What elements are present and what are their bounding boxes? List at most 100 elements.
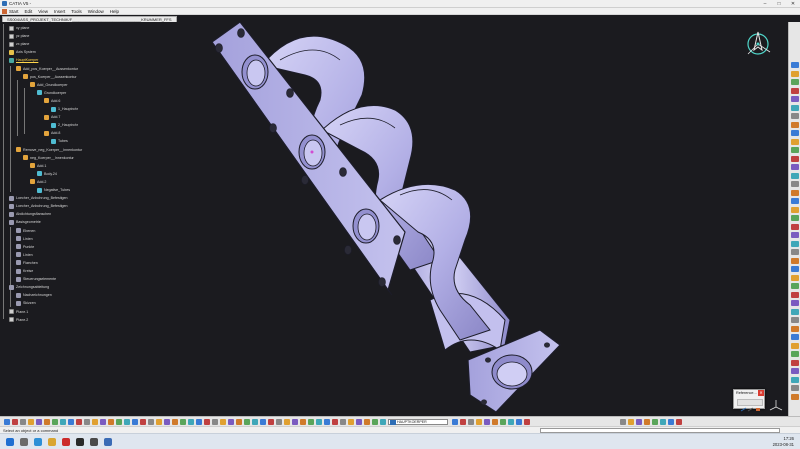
bottom-toolbar-tool-icon[interactable]: [180, 419, 186, 425]
menu-view[interactable]: View: [38, 9, 48, 14]
bottom-toolbar-tool-icon[interactable]: [452, 419, 458, 425]
bottom-toolbar-tool-icon[interactable]: [100, 419, 106, 425]
bottom-toolbar-tool-icon[interactable]: [276, 419, 282, 425]
tree-node[interactable]: Add.8: [44, 130, 60, 136]
tree-node[interactable]: Steuerungselemente: [16, 276, 56, 282]
terminal-icon[interactable]: [76, 438, 84, 446]
tree-node[interactable]: Add.2: [30, 179, 46, 185]
tree-node[interactable]: Kreise: [16, 268, 33, 274]
tree-node[interactable]: zx plane: [9, 41, 29, 47]
tree-node[interactable]: Negative_Tubes: [37, 187, 70, 193]
right-toolbar-tool-icon[interactable]: [791, 334, 799, 340]
right-toolbar-tool-icon[interactable]: [791, 147, 799, 153]
right-toolbar-tool-icon[interactable]: [791, 87, 799, 94]
right-toolbar-tool-icon[interactable]: [791, 359, 799, 366]
bottom-toolbar-tool-icon[interactable]: [12, 419, 18, 425]
maximize-button[interactable]: □: [772, 0, 786, 8]
right-toolbar-tool-icon[interactable]: [791, 385, 799, 391]
tree-node[interactable]: Ebenen: [16, 228, 35, 234]
bottom-toolbar-tool-icon[interactable]: [636, 419, 642, 425]
tree-node[interactable]: Loecher_Anbohrung_Befestigen: [9, 203, 68, 209]
right-toolbar-tool-icon[interactable]: [791, 308, 799, 315]
right-toolbar-tool-icon[interactable]: [791, 138, 799, 145]
tree-node[interactable]: neg_Koerper__Innenkontur: [23, 155, 74, 161]
tree-node[interactable]: Tubes: [51, 138, 68, 144]
bottom-toolbar-tool-icon[interactable]: [348, 419, 354, 425]
bottom-toolbar-tool-icon[interactable]: [52, 419, 58, 425]
tree-node[interactable]: Add.1: [30, 163, 46, 169]
bottom-toolbar-tool-icon[interactable]: [164, 419, 170, 425]
bottom-toolbar-tool-icon[interactable]: [476, 419, 482, 425]
acrobat-icon[interactable]: [62, 438, 70, 446]
tree-node[interactable]: 1_Hauptrohr: [51, 106, 78, 112]
bottom-toolbar-tool-icon[interactable]: [188, 419, 194, 425]
right-toolbar-tool-icon[interactable]: [791, 393, 799, 400]
bottom-toolbar-tool-icon[interactable]: [460, 419, 466, 425]
right-toolbar-tool-icon[interactable]: [791, 376, 799, 383]
right-toolbar-tool-icon[interactable]: [791, 300, 799, 306]
bottom-toolbar-tool-icon[interactable]: [508, 419, 514, 425]
tree-node[interactable]: yz plane: [9, 33, 29, 39]
right-toolbar-tool-icon[interactable]: [791, 215, 799, 221]
minimize-button[interactable]: –: [758, 0, 772, 8]
tree-node[interactable]: 2_Hauptrohr: [51, 122, 78, 128]
bottom-toolbar-tool-icon[interactable]: [196, 419, 202, 425]
right-toolbar-tool-icon[interactable]: [791, 325, 799, 332]
right-toolbar-tool-icon[interactable]: [791, 198, 799, 204]
tree-node[interactable]: Axis System: [9, 49, 36, 55]
bottom-toolbar-tool-icon[interactable]: [332, 419, 338, 425]
right-toolbar-tool-icon[interactable]: [791, 130, 799, 136]
right-toolbar-tool-icon[interactable]: [791, 351, 799, 357]
start-icon[interactable]: [6, 438, 14, 446]
bottom-toolbar-tool-icon[interactable]: [340, 419, 346, 425]
bottom-toolbar-tool-icon[interactable]: [68, 419, 74, 425]
right-toolbar-tool-icon[interactable]: [791, 232, 799, 238]
right-toolbar-tool-icon[interactable]: [791, 181, 799, 187]
bottom-toolbar-tool-icon[interactable]: [324, 419, 330, 425]
right-toolbar-tool-icon[interactable]: [791, 79, 799, 85]
bottom-toolbar-tool-icon[interactable]: [676, 419, 682, 425]
bottom-toolbar-tool-icon[interactable]: [468, 419, 474, 425]
bottom-toolbar-tool-icon[interactable]: [620, 419, 626, 425]
right-toolbar-tool-icon[interactable]: [791, 317, 799, 323]
bottom-toolbar-tool-icon[interactable]: [628, 419, 634, 425]
right-toolbar-tool-icon[interactable]: [791, 70, 799, 77]
bottom-toolbar-tool-icon[interactable]: [372, 419, 378, 425]
right-toolbar-tool-icon[interactable]: [791, 155, 799, 162]
bottom-toolbar-tool-icon[interactable]: [300, 419, 306, 425]
tree-node[interactable]: Flaechen: [16, 260, 38, 266]
tree-node[interactable]: xy plane: [9, 25, 29, 31]
tree-node[interactable]: pos_Koerper__Aussenkontur: [23, 74, 77, 80]
bottom-toolbar-tool-icon[interactable]: [244, 419, 250, 425]
right-toolbar-tool-icon[interactable]: [791, 96, 799, 102]
right-toolbar-tool-icon[interactable]: [791, 257, 799, 264]
bottom-toolbar-tool-icon[interactable]: [92, 419, 98, 425]
right-toolbar-tool-icon[interactable]: [791, 113, 799, 119]
app-icon[interactable]: [90, 438, 98, 446]
system-clock[interactable]: 17:26 2023-08-31: [773, 436, 794, 448]
tree-node[interactable]: Skizzen: [16, 300, 36, 306]
right-toolbar-tool-icon[interactable]: [791, 62, 799, 68]
bottom-toolbar-tool-icon[interactable]: [84, 419, 90, 425]
bottom-toolbar-tool-icon[interactable]: [76, 419, 82, 425]
bottom-toolbar-tool-icon[interactable]: [220, 419, 226, 425]
bottom-toolbar-tool-icon[interactable]: [20, 419, 26, 425]
tree-node[interactable]: Add_Grundkoerper: [30, 82, 68, 88]
tree-node[interactable]: Linien: [16, 236, 33, 242]
menu-window[interactable]: Window: [88, 9, 104, 14]
bottom-toolbar-tool-icon[interactable]: [668, 419, 674, 425]
tree-node[interactable]: Basisgeometrie: [9, 219, 41, 225]
bottom-toolbar-tool-icon[interactable]: [284, 419, 290, 425]
bottom-toolbar-tool-icon[interactable]: [140, 419, 146, 425]
bottom-toolbar-tool-icon[interactable]: [252, 419, 258, 425]
bottom-toolbar-tool-icon[interactable]: [212, 419, 218, 425]
tree-node[interactable]: Nachzeichnungen: [16, 292, 52, 298]
tree-node[interactable]: Body.24: [37, 171, 57, 177]
bottom-toolbar-tool-icon[interactable]: [132, 419, 138, 425]
bottom-toolbar-tool-icon[interactable]: [380, 419, 386, 425]
bottom-toolbar-tool-icon[interactable]: [500, 419, 506, 425]
bottom-toolbar-tool-icon[interactable]: [524, 419, 530, 425]
right-toolbar-tool-icon[interactable]: [791, 249, 799, 255]
tree-node[interactable]: Remove_neg_Koerper__Innenkontur: [16, 147, 82, 153]
close-button[interactable]: ✕: [786, 0, 800, 8]
